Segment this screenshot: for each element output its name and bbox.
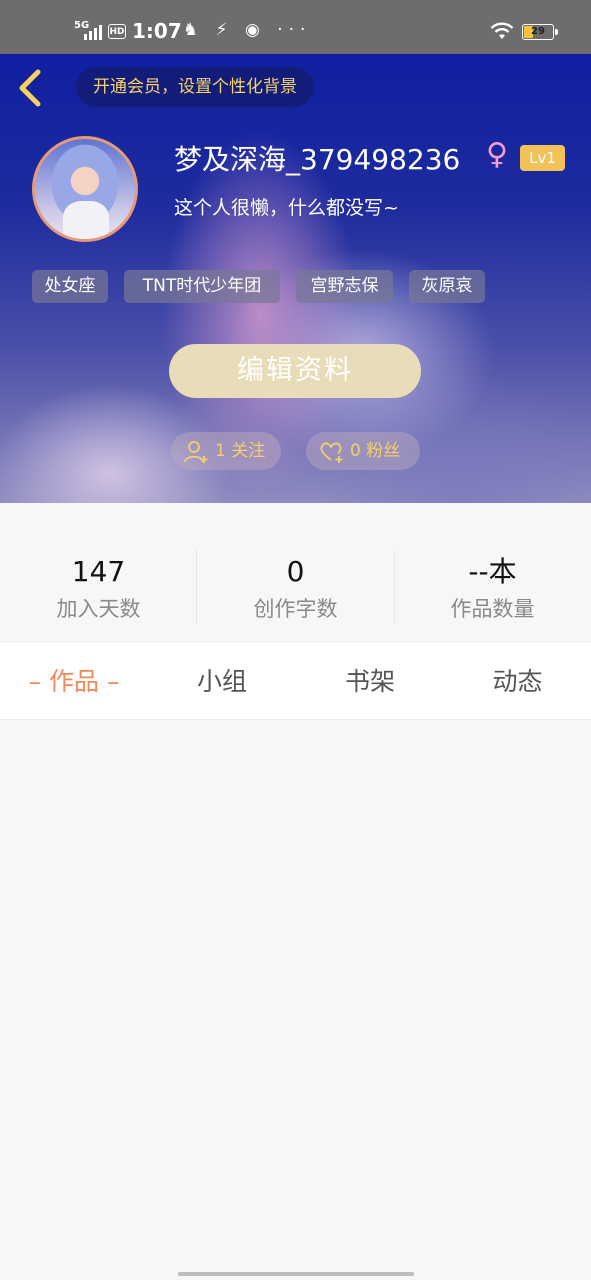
notification-icons: ♞ ⚡ ◉ ···: [183, 20, 312, 40]
tab-activity[interactable]: 动态: [444, 642, 591, 721]
stat-works-count[interactable]: --本 作品数量: [394, 503, 591, 641]
home-indicator[interactable]: [178, 1272, 414, 1276]
tab-content-area: [0, 720, 591, 1280]
followers-count: 0 粉丝: [350, 441, 401, 461]
battery-cap: [555, 29, 558, 35]
profile-tabs: – 作品 – 小组 书架 动态: [0, 641, 591, 720]
following-button[interactable]: 1 关注: [171, 432, 281, 470]
bio-text: 这个人很懒，什么都没写~: [174, 197, 399, 219]
hd-icon: HD: [108, 24, 126, 39]
tag-idol-group[interactable]: TNT时代少年团: [124, 270, 280, 303]
username: 梦及深海_379498236: [174, 143, 461, 176]
avatar-figure: [63, 201, 109, 239]
stat-label: 加入天数: [56, 597, 141, 621]
female-icon: ♀: [486, 137, 508, 172]
signal-icon: [84, 25, 102, 40]
battery-icon: 29: [522, 24, 554, 40]
clock: 1:07: [132, 19, 182, 43]
status-bar: 5G HD 1:07 ♞ ⚡ ◉ ··· 29: [0, 0, 591, 54]
tag-character-1[interactable]: 宫野志保: [296, 270, 393, 303]
following-count: 1 关注: [215, 441, 266, 461]
user-plus-icon: [184, 441, 208, 463]
stat-word-count[interactable]: 0 创作字数: [197, 503, 394, 641]
back-arrow-icon[interactable]: [12, 68, 48, 108]
stats-row: 147 加入天数 0 创作字数 --本 作品数量: [0, 503, 591, 641]
edit-profile-button[interactable]: 编辑资料: [169, 344, 421, 398]
tab-groups[interactable]: 小组: [148, 642, 296, 721]
heart-plus-icon: [320, 442, 343, 463]
stat-value: --本: [468, 555, 517, 588]
tag-character-2[interactable]: 灰原哀: [409, 270, 485, 303]
level-badge[interactable]: Lv1: [520, 145, 565, 171]
battery-level: 29: [531, 26, 545, 37]
avatar[interactable]: [32, 136, 138, 242]
stat-value: 147: [71, 555, 126, 588]
tab-bookshelf[interactable]: 书架: [296, 642, 444, 721]
vip-banner-button[interactable]: 开通会员，设置个性化背景: [76, 67, 314, 107]
profile-header: 开通会员，设置个性化背景 梦及深海_379498236 ♀ Lv1 这个人很懒，…: [0, 54, 591, 503]
wifi-icon: [490, 22, 514, 39]
followers-button[interactable]: 0 粉丝: [306, 432, 420, 470]
stat-label: 创作字数: [253, 597, 338, 621]
stat-days-joined[interactable]: 147 加入天数: [0, 503, 197, 641]
stat-label: 作品数量: [450, 597, 535, 621]
tag-zodiac[interactable]: 处女座: [32, 270, 108, 303]
stat-value: 0: [286, 555, 305, 588]
tab-works[interactable]: – 作品 –: [0, 642, 148, 721]
